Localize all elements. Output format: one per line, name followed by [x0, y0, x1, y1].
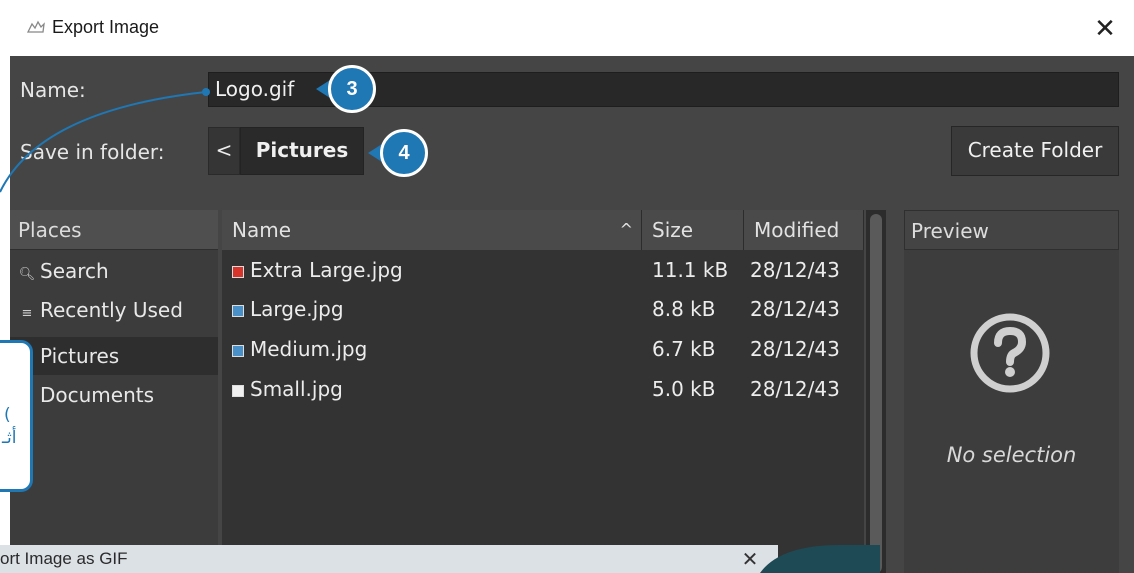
file-name: Small.jpg	[232, 377, 343, 401]
file-modified: 28/12/43	[750, 297, 840, 321]
file-modified: 28/12/43	[750, 337, 840, 361]
file-name-text: Large.jpg	[250, 297, 344, 321]
column-header-size[interactable]: Size	[642, 210, 744, 250]
file-name: Medium.jpg	[232, 337, 367, 361]
file-row[interactable]: Medium.jpg 6.7 kB 28/12/43	[222, 331, 864, 369]
gimp-app-icon	[26, 20, 45, 33]
file-modified: 28/12/43	[750, 377, 840, 401]
file-size: 11.1 kB	[652, 258, 729, 282]
sidebar-item-label: Search	[40, 259, 109, 283]
search-icon: 🔍︎	[18, 267, 36, 282]
file-size: 8.8 kB	[652, 297, 716, 321]
preview-header: Preview	[904, 210, 1119, 250]
image-file-icon	[232, 304, 244, 317]
file-row[interactable]: Small.jpg 5.0 kB 28/12/43	[222, 371, 864, 409]
step-callout-3: 3	[328, 65, 376, 113]
sidebar-item-documents[interactable]: ▬Documents	[10, 376, 218, 414]
sidebar-item-label: Documents	[40, 383, 155, 407]
file-name-text: Extra Large.jpg	[250, 258, 403, 282]
column-name-label: Name	[232, 218, 292, 242]
no-selection-text: No selection	[946, 443, 1077, 467]
column-header-name[interactable]: Name ^	[222, 210, 642, 250]
places-header: Places	[10, 210, 218, 250]
question-mark-icon	[970, 313, 1050, 393]
file-name-text: Medium.jpg	[250, 337, 368, 361]
file-name: Large.jpg	[232, 297, 344, 321]
scrollbar-thumb[interactable]	[870, 214, 882, 573]
image-file-icon	[232, 265, 244, 278]
export-gif-window-title: ort Image as GIF	[0, 549, 128, 568]
column-header-modified[interactable]: Modified	[744, 210, 864, 250]
file-modified: 28/12/43	[750, 258, 840, 282]
file-size: 5.0 kB	[652, 377, 716, 401]
sidebar-item-search[interactable]: 🔍︎ Search	[10, 252, 218, 290]
callout-leader-line	[0, 88, 210, 193]
file-row[interactable]: Large.jpg 8.8 kB 28/12/43	[222, 291, 864, 329]
file-row[interactable]: Extra Large.jpg 11.1 kB 28/12/43	[222, 252, 864, 290]
create-folder-button[interactable]: Create Folder	[951, 126, 1119, 176]
sidebar-item-label: Pictures	[40, 344, 120, 368]
step-callout-4: 4	[380, 129, 428, 177]
side-callout-mark: (	[4, 405, 11, 425]
file-name: Extra Large.jpg	[232, 258, 403, 282]
title-bar	[0, 0, 1134, 56]
breadcrumb-pictures[interactable]: Pictures	[240, 127, 364, 175]
sort-ascending-icon: ^	[619, 220, 633, 239]
recent-icon: ≡	[21, 306, 33, 321]
close-button[interactable]: ✕	[1088, 12, 1122, 46]
places-header-label: Places	[18, 218, 82, 242]
decorative-shape	[760, 545, 880, 573]
file-size: 6.7 kB	[652, 337, 716, 361]
image-file-icon	[232, 344, 244, 357]
preview-header-label: Preview	[911, 219, 989, 243]
sidebar-item-recently-used[interactable]: ≡ Recently Used	[10, 291, 218, 329]
window-title: Export Image	[52, 17, 160, 37]
sidebar-item-pictures[interactable]: ▬Pictures	[10, 337, 218, 375]
side-callout-text: أثـ	[2, 428, 17, 448]
image-file-icon	[232, 384, 244, 397]
file-name-text: Small.jpg	[250, 377, 343, 401]
sidebar-item-label: Recently Used	[40, 298, 183, 322]
